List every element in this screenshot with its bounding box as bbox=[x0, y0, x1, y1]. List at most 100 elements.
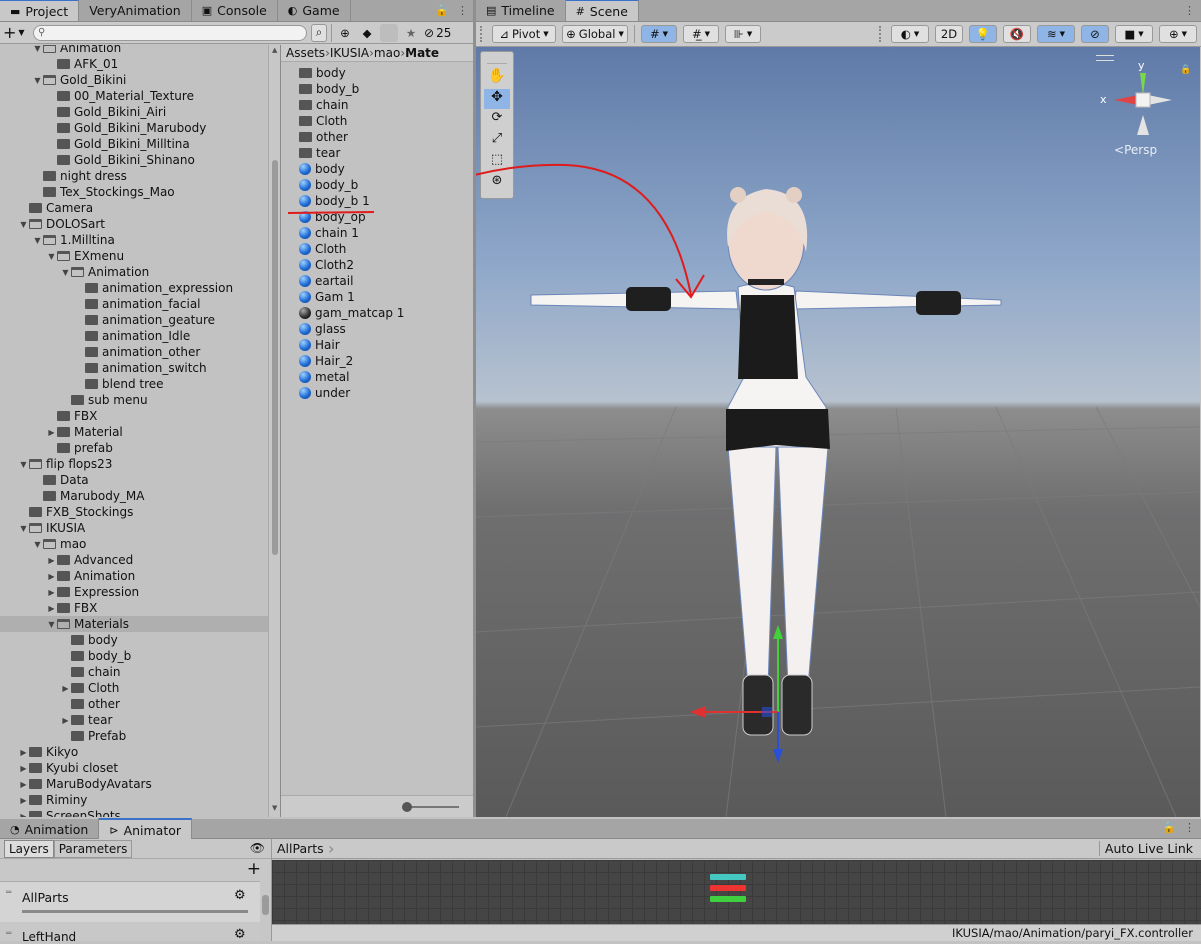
tree-item[interactable]: animation_geature bbox=[0, 312, 268, 328]
asset-folder-item[interactable]: chain bbox=[299, 97, 349, 113]
asset-material-item[interactable]: Cloth bbox=[299, 241, 346, 257]
layers-scrollbar[interactable] bbox=[260, 881, 271, 941]
tree-item[interactable]: ▼ Animation bbox=[0, 264, 268, 280]
save-search-button[interactable] bbox=[380, 23, 398, 42]
tree-item[interactable]: Data bbox=[0, 472, 268, 488]
tree-item[interactable]: ▼ Materials bbox=[0, 616, 268, 632]
chevron-down-icon[interactable]: ▼ bbox=[46, 252, 57, 261]
tree-item[interactable]: ▼ EXmenu bbox=[0, 248, 268, 264]
tree-item[interactable]: chain bbox=[0, 664, 268, 680]
chevron-right-icon[interactable]: ▶ bbox=[60, 684, 71, 693]
tree-item[interactable]: animation_switch bbox=[0, 360, 268, 376]
chevron-right-icon[interactable]: ▶ bbox=[46, 588, 57, 597]
tree-item[interactable]: Gold_Bikini_Marubody bbox=[0, 120, 268, 136]
breadcrumb-item[interactable]: IKUSIA bbox=[330, 46, 369, 60]
tree-item[interactable]: ▶ Animation bbox=[0, 568, 268, 584]
breadcrumb-item[interactable]: Mate bbox=[405, 46, 439, 60]
shading-mode-dropdown[interactable]: ◐ ▼ bbox=[891, 25, 929, 43]
tree-item[interactable]: other bbox=[0, 696, 268, 712]
global-dropdown[interactable]: ⊕ Global ▼ bbox=[562, 25, 628, 43]
tree-item[interactable]: animation_facial bbox=[0, 296, 268, 312]
tree-item[interactable]: Tex_Stockings_Mao bbox=[0, 184, 268, 200]
asset-folder-item[interactable]: tear bbox=[299, 145, 340, 161]
tree-item[interactable]: night dress bbox=[0, 168, 268, 184]
grid-snap-toggle[interactable]: # ▼ bbox=[641, 25, 677, 43]
chevron-right-icon[interactable]: ▶ bbox=[18, 748, 29, 757]
drag-handle-icon[interactable]: ═ bbox=[6, 888, 11, 898]
more-menu-icon[interactable]: ⋮ bbox=[1184, 4, 1195, 17]
chevron-down-icon[interactable]: ▼ bbox=[18, 460, 29, 469]
chevron-right-icon[interactable]: ▶ bbox=[18, 812, 29, 818]
tree-item[interactable]: blend tree bbox=[0, 376, 268, 392]
tree-item[interactable]: Camera bbox=[0, 200, 268, 216]
tree-item[interactable]: Prefab bbox=[0, 728, 268, 744]
add-layer-button[interactable]: + bbox=[247, 859, 261, 879]
asset-material-item[interactable]: glass bbox=[299, 321, 346, 337]
state-node[interactable] bbox=[710, 874, 746, 880]
chevron-down-icon[interactable]: ▼ bbox=[46, 620, 57, 629]
chevron-down-icon[interactable]: ▼ bbox=[60, 268, 71, 277]
pivot-dropdown[interactable]: ⊿ Pivot ▼ bbox=[492, 25, 556, 43]
tree-item[interactable]: ▶ Kyubi closet bbox=[0, 760, 268, 776]
chevron-right-icon[interactable]: ▶ bbox=[46, 428, 57, 437]
tree-item[interactable]: ▼ flip flops23 bbox=[0, 456, 268, 472]
asset-material-item[interactable]: Hair bbox=[299, 337, 340, 353]
parameters-tab[interactable]: Parameters bbox=[53, 839, 133, 858]
asset-material-item[interactable]: gam_matcap 1 bbox=[299, 305, 404, 321]
tree-item[interactable]: ▼ IKUSIA bbox=[0, 520, 268, 536]
tree-item[interactable]: AFK_01 bbox=[0, 56, 268, 72]
search-scope-button[interactable]: ⌕ bbox=[311, 23, 327, 42]
2d-toggle[interactable]: 2D bbox=[935, 25, 963, 43]
bottom-tab-animator[interactable]: ⊳ Animator bbox=[99, 818, 193, 840]
project-tab-veryanimation[interactable]: VeryAnimation bbox=[79, 0, 192, 21]
tree-item[interactable]: ▶ Material bbox=[0, 424, 268, 440]
audio-toggle[interactable]: 🔇 bbox=[1003, 25, 1031, 43]
chevron-down-icon[interactable]: ▼ bbox=[32, 45, 43, 53]
scene-overlay-menu[interactable] bbox=[1096, 55, 1114, 61]
tree-item[interactable]: ▼ 1.Milltina bbox=[0, 232, 268, 248]
tree-item[interactable]: FBX bbox=[0, 408, 268, 424]
tree-item[interactable]: animation_expression bbox=[0, 280, 268, 296]
tree-item[interactable]: ▶ Cloth bbox=[0, 680, 268, 696]
asset-material-item[interactable]: Hair_2 bbox=[299, 353, 353, 369]
chevron-down-icon[interactable]: ▼ bbox=[32, 236, 43, 245]
tree-item[interactable]: Marubody_MA bbox=[0, 488, 268, 504]
gear-icon[interactable]: ⚙ bbox=[234, 888, 246, 903]
asset-folder-item[interactable]: other bbox=[299, 129, 348, 145]
breadcrumb-item[interactable]: Assets bbox=[286, 46, 325, 60]
asset-material-item[interactable]: metal bbox=[299, 369, 349, 385]
icon-size-slider[interactable] bbox=[402, 802, 459, 812]
chevron-down-icon[interactable]: ▼ bbox=[32, 76, 43, 85]
tree-item[interactable]: animation_other bbox=[0, 344, 268, 360]
layer-weight-slider[interactable] bbox=[22, 910, 248, 913]
camera-dropdown[interactable]: ■ ▼ bbox=[1115, 25, 1153, 43]
tree-scroll-thumb[interactable] bbox=[272, 160, 278, 555]
tree-item[interactable]: ▶ FBX bbox=[0, 600, 268, 616]
bottom-tab-animation[interactable]: ◔ Animation bbox=[0, 818, 100, 840]
tree-item[interactable]: Gold_Bikini_Milltina bbox=[0, 136, 268, 152]
search-input[interactable] bbox=[45, 26, 286, 39]
tree-item[interactable]: ▶ tear bbox=[0, 712, 268, 728]
tree-item[interactable]: body bbox=[0, 632, 268, 648]
asset-folder-item[interactable]: body bbox=[299, 65, 346, 81]
tree-item[interactable]: ▶ Kikyo bbox=[0, 744, 268, 760]
gear-icon[interactable]: ⚙ bbox=[234, 927, 246, 942]
lighting-toggle[interactable]: 💡 bbox=[969, 25, 997, 43]
tree-item[interactable]: prefab bbox=[0, 440, 268, 456]
asset-material-item[interactable]: chain 1 bbox=[299, 225, 359, 241]
tree-item[interactable]: animation_Idle bbox=[0, 328, 268, 344]
scene-viewport[interactable]: ✋ ✥ ⟳ ⤢ ⬚ ⊛ y x 🔒 <Persp bbox=[476, 47, 1200, 817]
tree-item[interactable]: ▼ DOLOSart bbox=[0, 216, 268, 232]
visibility-toggle[interactable]: ⊘ bbox=[1081, 25, 1109, 43]
asset-material-item[interactable]: body_b bbox=[299, 177, 358, 193]
gizmos-dropdown[interactable]: ⊕ ▼ bbox=[1159, 25, 1197, 43]
chevron-right-icon[interactable]: ▶ bbox=[18, 796, 29, 805]
asset-material-item[interactable]: body bbox=[299, 161, 345, 177]
hidden-packages-toggle[interactable]: ⊘ 25 bbox=[424, 26, 451, 40]
tree-item[interactable]: ▶ MaruBodyAvatars bbox=[0, 776, 268, 792]
tree-item[interactable]: ▼ mao bbox=[0, 536, 268, 552]
asset-material-item[interactable]: eartail bbox=[299, 273, 353, 289]
layer-item[interactable]: ═ AllParts ⚙ bbox=[0, 882, 260, 922]
scene-tab-timeline[interactable]: ▤ Timeline bbox=[476, 0, 566, 21]
tree-scrollbar[interactable]: ▲ ▼ bbox=[268, 45, 280, 817]
